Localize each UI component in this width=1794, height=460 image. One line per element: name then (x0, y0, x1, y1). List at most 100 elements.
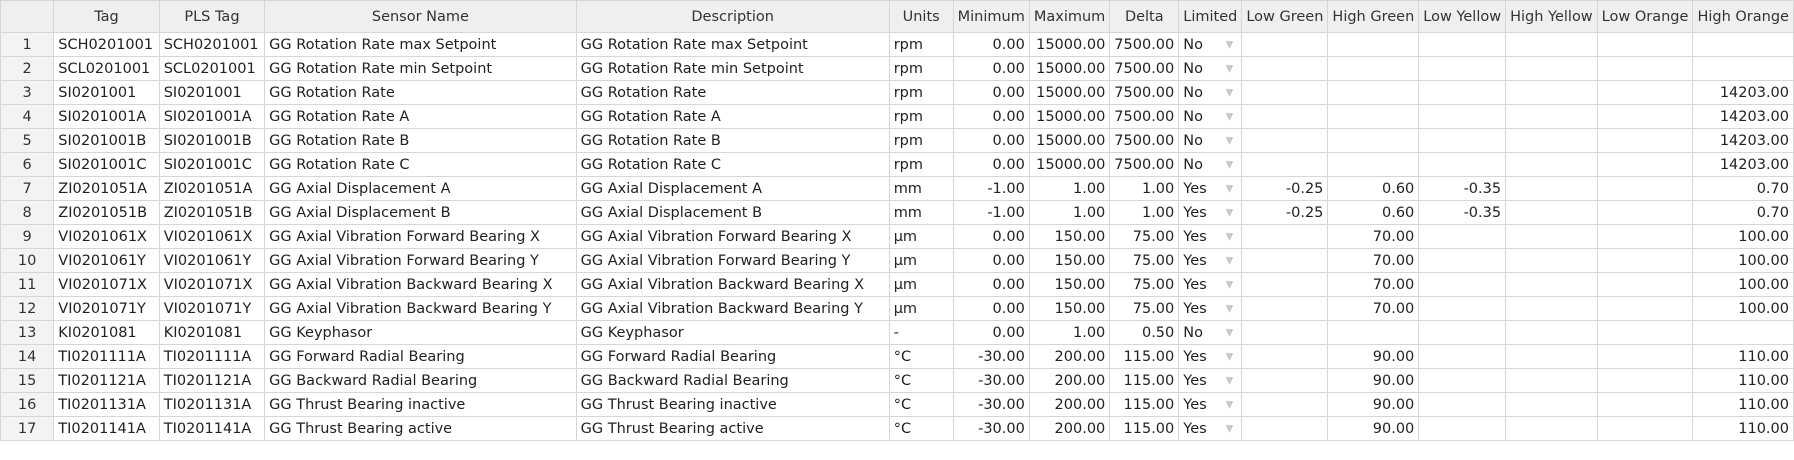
table-row[interactable]: 14 TI0201111A TI0201111A GG Forward Radial … (0, 344, 1794, 369)
cell-high-yellow[interactable] (1505, 320, 1598, 345)
table-row[interactable]: 16 TI0201131A TI0201131A GG Thrust Bearing … (0, 392, 1794, 417)
cell-low-yellow[interactable] (1418, 392, 1507, 417)
chevron-down-icon[interactable]: ▼ (1226, 207, 1234, 218)
cell-description[interactable]: GG Keyphasor (575, 320, 890, 345)
cell-description[interactable]: GG Rotation Rate A (575, 104, 890, 129)
col-header-tag[interactable]: Tag (53, 0, 160, 33)
chevron-down-icon[interactable]: ▼ (1226, 327, 1234, 338)
col-header-low-orange[interactable]: Low Orange (1596, 0, 1694, 33)
cell-minimum[interactable]: -30.00 (952, 392, 1030, 417)
cell-description[interactable]: GG Rotation Rate C (575, 152, 890, 177)
cell-sensor-name[interactable]: GG Axial Displacement B (264, 200, 577, 225)
chevron-down-icon[interactable]: ▼ (1226, 279, 1234, 290)
cell-sensor-name[interactable]: GG Axial Displacement A (264, 176, 577, 201)
cell-units[interactable]: rpm (888, 128, 954, 153)
cell-low-green[interactable] (1241, 392, 1329, 417)
table-row[interactable]: 3 SI0201001 SI0201001 GG Rotation Rate GG Ro… (0, 80, 1794, 105)
cell-delta[interactable]: 0.50 (1109, 320, 1180, 345)
cell-low-green[interactable] (1241, 224, 1329, 249)
cell-minimum[interactable]: 0.00 (952, 104, 1030, 129)
row-number-cell[interactable]: 1 (0, 32, 55, 57)
cell-low-green[interactable] (1241, 80, 1329, 105)
cell-delta[interactable]: 115.00 (1109, 392, 1180, 417)
col-header-delta[interactable]: Delta (1109, 0, 1180, 33)
chevron-down-icon[interactable]: ▼ (1226, 159, 1234, 170)
cell-limited[interactable]: No ▼ (1178, 320, 1243, 345)
cell-low-green[interactable] (1241, 368, 1329, 393)
chevron-down-icon[interactable]: ▼ (1226, 231, 1234, 242)
cell-pls-tag[interactable]: SI0201001 (158, 80, 266, 105)
cell-high-orange[interactable]: 100.00 (1692, 248, 1794, 273)
chevron-down-icon[interactable]: ▼ (1226, 351, 1234, 362)
cell-low-yellow[interactable] (1418, 272, 1507, 297)
cell-units[interactable]: rpm (888, 152, 954, 177)
cell-maximum[interactable]: 1.00 (1028, 200, 1111, 225)
cell-sensor-name[interactable]: GG Rotation Rate (264, 80, 577, 105)
cell-low-orange[interactable] (1596, 104, 1694, 129)
cell-maximum[interactable]: 15000.00 (1028, 56, 1111, 81)
cell-tag[interactable]: TI0201111A (53, 344, 160, 369)
col-header-low-yellow[interactable]: Low Yellow (1418, 0, 1507, 33)
cell-units[interactable]: µm (888, 272, 954, 297)
cell-delta[interactable]: 7500.00 (1109, 56, 1180, 81)
cell-pls-tag[interactable]: SI0201001B (158, 128, 266, 153)
cell-tag[interactable]: VI0201061Y (53, 248, 160, 273)
cell-high-yellow[interactable] (1505, 296, 1598, 321)
corner-header-cell[interactable] (0, 0, 55, 33)
cell-high-green[interactable]: 0.60 (1327, 176, 1420, 201)
cell-low-yellow[interactable] (1418, 104, 1507, 129)
table-row[interactable]: 9 VI0201061X VI0201061X GG Axial Vibration … (0, 224, 1794, 249)
cell-high-orange[interactable]: 100.00 (1692, 272, 1794, 297)
cell-limited[interactable]: No ▼ (1178, 128, 1243, 153)
cell-units[interactable]: µm (888, 296, 954, 321)
cell-low-yellow[interactable] (1418, 80, 1507, 105)
chevron-down-icon[interactable]: ▼ (1226, 423, 1234, 434)
cell-tag[interactable]: SI0201001 (53, 80, 160, 105)
cell-maximum[interactable]: 150.00 (1028, 296, 1111, 321)
cell-tag[interactable]: KI0201081 (53, 320, 160, 345)
col-header-description[interactable]: Description (575, 0, 890, 33)
cell-sensor-name[interactable]: GG Rotation Rate B (264, 128, 577, 153)
cell-units[interactable]: °C (888, 392, 954, 417)
cell-sensor-name[interactable]: GG Keyphasor (264, 320, 577, 345)
cell-tag[interactable]: TI0201131A (53, 392, 160, 417)
cell-limited[interactable]: Yes ▼ (1178, 392, 1243, 417)
cell-low-yellow[interactable] (1418, 296, 1507, 321)
cell-high-green[interactable]: 70.00 (1327, 248, 1420, 273)
cell-units[interactable]: rpm (888, 104, 954, 129)
cell-low-yellow[interactable] (1418, 128, 1507, 153)
cell-maximum[interactable]: 15000.00 (1028, 104, 1111, 129)
cell-low-yellow[interactable] (1418, 248, 1507, 273)
cell-low-yellow[interactable] (1418, 368, 1507, 393)
cell-maximum[interactable]: 15000.00 (1028, 128, 1111, 153)
chevron-down-icon[interactable]: ▼ (1226, 63, 1234, 74)
cell-low-orange[interactable] (1596, 176, 1694, 201)
cell-delta[interactable]: 75.00 (1109, 248, 1180, 273)
cell-pls-tag[interactable]: SI0201001A (158, 104, 266, 129)
table-row[interactable]: 10 VI0201061Y VI0201061Y GG Axial Vibration… (0, 248, 1794, 273)
table-row[interactable]: 4 SI0201001A SI0201001A GG Rotation Rate AG… (0, 104, 1794, 129)
cell-low-yellow[interactable]: -0.35 (1418, 176, 1507, 201)
table-row[interactable]: 5 SI0201001B SI0201001B GG Rotation Rate BG… (0, 128, 1794, 153)
cell-limited[interactable]: No ▼ (1178, 152, 1243, 177)
cell-low-green[interactable] (1241, 296, 1329, 321)
cell-sensor-name[interactable]: GG Axial Vibration Backward Bearing Y (264, 296, 577, 321)
cell-minimum[interactable]: 0.00 (952, 152, 1030, 177)
cell-low-orange[interactable] (1596, 320, 1694, 345)
cell-maximum[interactable]: 15000.00 (1028, 80, 1111, 105)
cell-high-orange[interactable]: 110.00 (1692, 344, 1794, 369)
cell-high-orange[interactable]: 110.00 (1692, 392, 1794, 417)
row-number-cell[interactable]: 16 (0, 392, 55, 417)
cell-low-green[interactable] (1241, 56, 1329, 81)
row-number-cell[interactable]: 8 (0, 200, 55, 225)
table-row[interactable]: 1 SCH0201001 SCH0201001 GG Rotation Rate ma… (0, 32, 1794, 57)
cell-sensor-name[interactable]: GG Rotation Rate A (264, 104, 577, 129)
col-header-units[interactable]: Units (888, 0, 954, 33)
cell-low-orange[interactable] (1596, 56, 1694, 81)
cell-high-green[interactable]: 90.00 (1327, 416, 1420, 441)
cell-high-green[interactable]: 90.00 (1327, 392, 1420, 417)
chevron-down-icon[interactable]: ▼ (1226, 399, 1234, 410)
cell-description[interactable]: GG Rotation Rate min Setpoint (575, 56, 890, 81)
cell-high-orange[interactable]: 0.70 (1692, 176, 1794, 201)
cell-low-orange[interactable] (1596, 296, 1694, 321)
